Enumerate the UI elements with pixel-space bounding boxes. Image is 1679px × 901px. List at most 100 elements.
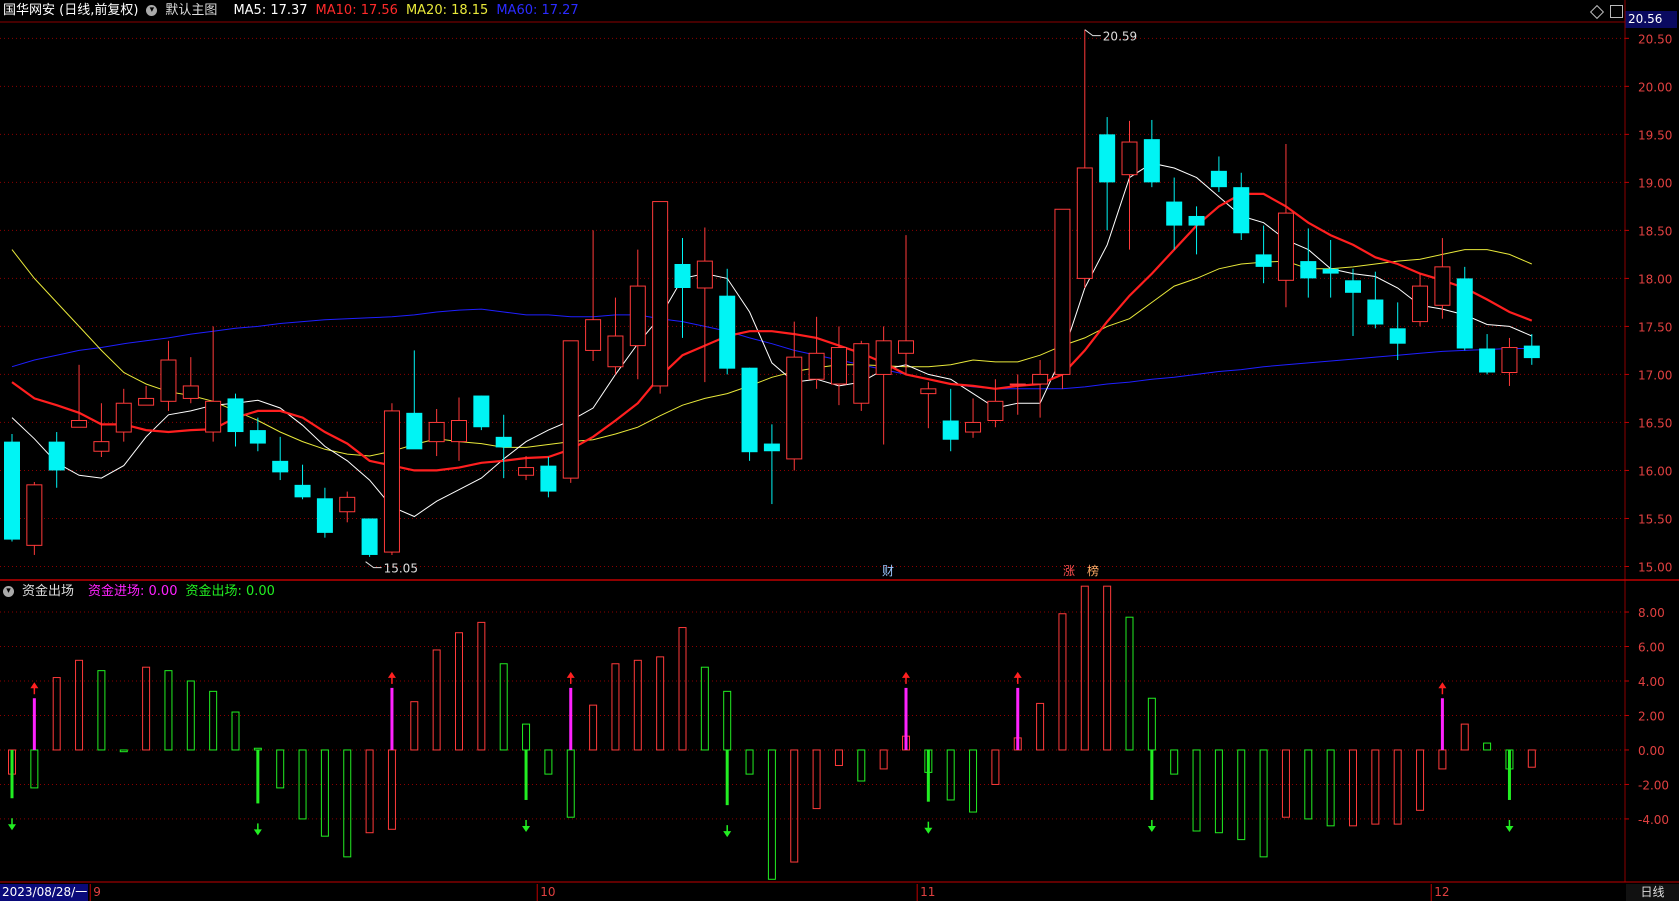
up-arrow-icon xyxy=(1438,682,1447,689)
candle-down xyxy=(1255,254,1272,267)
event-tag-rank[interactable]: 榜 xyxy=(1087,564,1099,578)
candle-down xyxy=(1456,278,1473,349)
indicator-bar xyxy=(142,666,151,751)
candle-down xyxy=(473,395,490,428)
down-arrow-icon xyxy=(1505,825,1514,832)
start-date-label[interactable]: 2023/08/28/一 xyxy=(0,884,88,901)
y-tick-label: 15.50 xyxy=(1638,512,1672,526)
indicator-bar xyxy=(991,749,1000,785)
candle-down xyxy=(272,460,289,473)
candle-up xyxy=(786,356,803,460)
y-tick-label: 17.50 xyxy=(1638,320,1672,334)
fund-in-bar xyxy=(32,698,36,750)
indicator-bar xyxy=(52,677,61,751)
y-tick-label: 20.50 xyxy=(1638,32,1672,46)
indicator-bar xyxy=(365,749,374,834)
candle-up xyxy=(875,340,892,375)
indicator-name[interactable]: 资金出场 xyxy=(22,584,74,599)
indicator-bar xyxy=(209,690,218,751)
candle-down xyxy=(1233,187,1250,234)
fund-out-bar xyxy=(1150,749,1154,800)
indicator-bar xyxy=(522,723,531,751)
candle-down xyxy=(227,398,244,433)
indicator-bar xyxy=(1371,749,1380,825)
indicator-bar xyxy=(1527,749,1536,768)
chevron-down-icon[interactable]: ▾ xyxy=(3,586,14,597)
event-tag-limit-up[interactable]: 涨 xyxy=(1063,564,1075,578)
candle-up xyxy=(920,388,937,395)
candle-up xyxy=(1032,373,1049,385)
candle-up xyxy=(696,260,713,289)
annotations: 20.59 15.05 xyxy=(365,29,1137,576)
month-label: 11 xyxy=(920,885,935,899)
y-tick-label: 15.00 xyxy=(1638,560,1672,574)
indicator-bar xyxy=(276,749,285,789)
candle-down xyxy=(1210,170,1227,188)
candle-up xyxy=(1076,167,1093,279)
fund-out-bar xyxy=(926,749,930,802)
candle-up xyxy=(205,400,222,433)
indicator-bar xyxy=(834,749,843,766)
indicator-in-label: 资金进场: 0.00 xyxy=(88,584,178,599)
y-tick-label: 2.00 xyxy=(1638,709,1665,723)
candle-up xyxy=(1434,266,1451,306)
period-label[interactable]: 日线 xyxy=(1626,884,1679,901)
candle-down xyxy=(763,443,780,452)
candle-up xyxy=(1277,212,1294,281)
month-axis: 9 10 11 12 xyxy=(89,884,1450,901)
fund-out-bar xyxy=(10,749,14,799)
kline-chart[interactable]: 20.50 20.00 19.50 19.00 18.50 18.00 17.50 17.00… xyxy=(0,0,1679,901)
candle-up xyxy=(383,410,400,553)
down-arrow-icon xyxy=(253,829,262,836)
fund-out-bar xyxy=(524,749,528,800)
indicator-bar xyxy=(969,749,978,813)
low-price-label: 15.05 xyxy=(384,562,418,576)
y-tick-label: 4.00 xyxy=(1638,675,1665,689)
up-arrow-icon xyxy=(387,671,396,678)
y-tick-label: 20.00 xyxy=(1638,80,1672,94)
candle-up xyxy=(629,285,646,347)
fund-in-bar xyxy=(904,687,908,750)
event-tag-finance[interactable]: 财 xyxy=(882,564,894,578)
indicator-bar xyxy=(1483,742,1492,751)
indicator-bar xyxy=(723,690,732,751)
candle-down xyxy=(942,420,959,440)
indicator-bar xyxy=(253,747,262,751)
indicator-bar xyxy=(30,749,39,789)
candle-up xyxy=(652,201,669,387)
month-label: 10 xyxy=(540,885,555,899)
candle-up xyxy=(898,340,914,354)
candle-up xyxy=(987,400,1004,422)
indicator-bar xyxy=(946,749,955,801)
indicator-bar xyxy=(1349,749,1357,827)
up-arrow-icon xyxy=(902,671,910,678)
indicator-bar xyxy=(97,670,106,751)
candle-down xyxy=(48,441,65,471)
up-arrow-icon xyxy=(30,682,39,689)
indicator-bar xyxy=(387,749,396,830)
indicator-bar xyxy=(812,749,821,810)
y-tick-label: 18.50 xyxy=(1638,224,1672,238)
candle-up xyxy=(26,484,43,546)
indicator-bar xyxy=(1393,749,1402,825)
candle-up xyxy=(853,343,870,404)
candle-down xyxy=(316,498,333,533)
indicator-bar xyxy=(231,711,240,751)
candle-up xyxy=(428,421,445,443)
candle-up xyxy=(518,467,535,476)
indicator-grid xyxy=(0,611,1625,820)
fund-in-bar xyxy=(1440,698,1444,750)
candle-up xyxy=(808,352,825,380)
price-axis: 20.50 20.00 19.50 19.00 18.50 18.00 17.50 17.00… xyxy=(1625,32,1672,574)
fund-in-bar xyxy=(1016,687,1020,750)
indicator-bar xyxy=(1326,749,1335,827)
candle-down xyxy=(1300,261,1317,279)
indicator-bar xyxy=(700,666,709,751)
indicator-bar xyxy=(1103,585,1112,751)
down-arrow-icon xyxy=(1147,825,1156,832)
indicator-bar xyxy=(790,749,799,863)
candle-down xyxy=(4,441,20,540)
y-tick-label: 19.50 xyxy=(1638,128,1672,142)
candle-down xyxy=(1188,215,1205,226)
fund-out-bar xyxy=(1507,749,1511,800)
